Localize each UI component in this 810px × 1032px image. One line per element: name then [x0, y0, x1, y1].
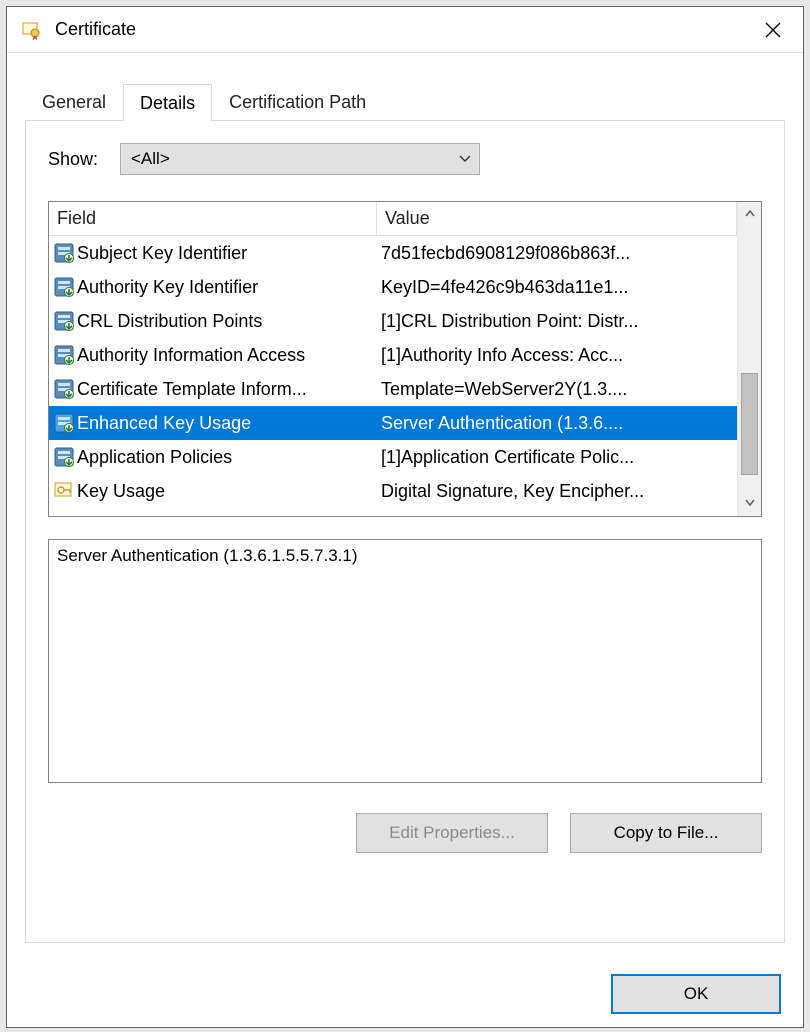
properties-listview: Field Subject Key Identifier Authority Ke…	[48, 201, 762, 517]
list-row-value[interactable]: 7d51fecbd6908129f086b863f...	[377, 236, 737, 270]
list-row-value[interactable]: [1]CRL Distribution Point: Distr...	[377, 304, 737, 338]
list-row-field[interactable]: Subject Key Identifier	[49, 236, 377, 270]
list-row-field[interactable]: Authority Key Identifier	[49, 270, 377, 304]
list-row-field[interactable]: Key Usage	[49, 474, 377, 508]
button-row: Edit Properties... Copy to File...	[48, 813, 762, 853]
list-row-value[interactable]: Template=WebServer2Y(1.3....	[377, 372, 737, 406]
show-dropdown[interactable]: <All>	[120, 143, 480, 175]
extension-icon	[53, 480, 75, 502]
show-value: <All>	[131, 149, 170, 169]
field-name: Certificate Template Inform...	[77, 379, 307, 400]
list-row-field[interactable]: CRL Distribution Points	[49, 304, 377, 338]
details-pane: Show: <All> Field Subject Key Identifier…	[25, 121, 785, 943]
detail-text: Server Authentication (1.3.6.1.5.5.7.3.1…	[57, 546, 753, 566]
extension-icon	[53, 310, 75, 332]
field-name: Key Usage	[77, 481, 165, 502]
show-row: Show: <All>	[48, 143, 762, 175]
extension-icon	[53, 446, 75, 468]
scroll-thumb[interactable]	[741, 373, 758, 476]
extension-icon	[53, 412, 75, 434]
scrollbar[interactable]	[737, 202, 761, 516]
list-row-field[interactable]: Enhanced Key Usage	[49, 406, 377, 440]
field-name: Authority Key Identifier	[77, 277, 258, 298]
list-row-value[interactable]: Digital Signature, Key Encipher...	[377, 474, 737, 508]
tab-general[interactable]: General	[25, 83, 123, 120]
column-header-value[interactable]: Value	[377, 202, 737, 236]
chevron-down-icon	[459, 155, 471, 163]
dialog-footer: OK	[7, 961, 803, 1027]
show-label: Show:	[48, 149, 120, 170]
edit-properties-button: Edit Properties...	[356, 813, 548, 853]
list-row-field[interactable]: Certificate Template Inform...	[49, 372, 377, 406]
list-row-value[interactable]: Server Authentication (1.3.6....	[377, 406, 737, 440]
scroll-down-icon[interactable]	[745, 494, 755, 512]
extension-icon	[53, 242, 75, 264]
scroll-track[interactable]	[738, 224, 761, 494]
field-name: Authority Information Access	[77, 345, 305, 366]
detail-textbox[interactable]: Server Authentication (1.3.6.1.5.5.7.3.1…	[48, 539, 762, 783]
extension-icon	[53, 378, 75, 400]
field-name: CRL Distribution Points	[77, 311, 262, 332]
field-name: Enhanced Key Usage	[77, 413, 251, 434]
list-row-value[interactable]: [1]Authority Info Access: Acc...	[377, 338, 737, 372]
close-button[interactable]	[753, 10, 793, 50]
certificate-dialog: Certificate General Details Certificatio…	[6, 6, 804, 1028]
tab-details[interactable]: Details	[123, 84, 212, 121]
extension-icon	[53, 344, 75, 366]
titlebar: Certificate	[7, 7, 803, 53]
field-name: Application Policies	[77, 447, 232, 468]
window-title: Certificate	[55, 19, 753, 40]
scroll-up-icon[interactable]	[745, 206, 755, 224]
ok-button[interactable]: OK	[611, 974, 781, 1014]
list-row-field[interactable]: Authority Information Access	[49, 338, 377, 372]
tab-certification-path[interactable]: Certification Path	[212, 83, 383, 120]
list-row-field[interactable]: Application Policies	[49, 440, 377, 474]
column-header-field[interactable]: Field	[49, 202, 377, 236]
field-name: Subject Key Identifier	[77, 243, 247, 264]
list-row-value[interactable]: KeyID=4fe426c9b463da11e1...	[377, 270, 737, 304]
certificate-icon	[21, 20, 41, 40]
list-row-value[interactable]: [1]Application Certificate Polic...	[377, 440, 737, 474]
copy-to-file-button[interactable]: Copy to File...	[570, 813, 762, 853]
extension-icon	[53, 276, 75, 298]
tab-bar: General Details Certification Path	[25, 83, 785, 121]
